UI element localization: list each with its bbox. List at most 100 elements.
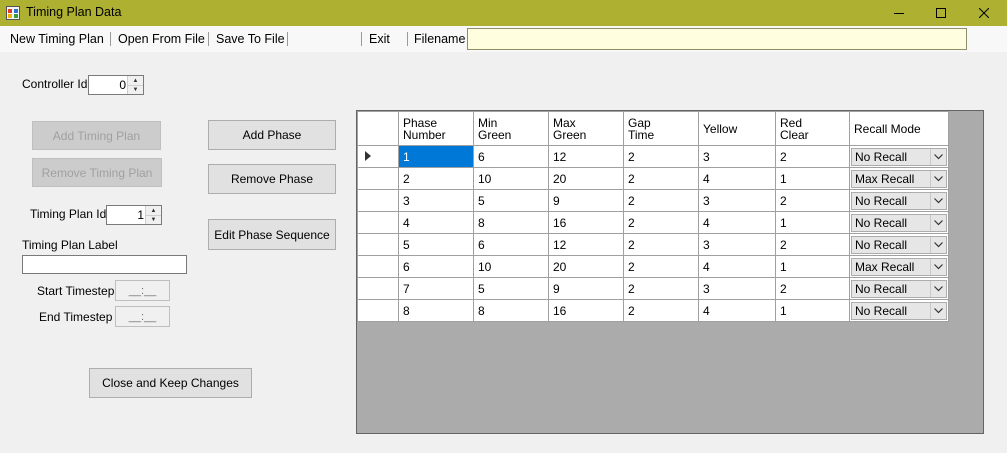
- controller-id-spinner[interactable]: 0 ▲ ▼: [88, 75, 144, 95]
- grid-cell[interactable]: 8: [473, 211, 549, 234]
- grid-cell[interactable]: 10: [473, 167, 549, 190]
- grid-cell[interactable]: 1: [398, 145, 474, 168]
- app-icon[interactable]: [6, 6, 20, 20]
- recall-mode-cell[interactable]: Max Recall: [849, 167, 949, 190]
- close-button[interactable]: [961, 0, 1007, 26]
- recall-mode-select[interactable]: No Recall: [851, 235, 947, 254]
- grid-cell[interactable]: 20: [548, 255, 624, 278]
- timing-plan-id-spinner[interactable]: 1 ▲ ▼: [106, 205, 162, 225]
- grid-cell[interactable]: 6: [473, 233, 549, 256]
- table-row[interactable]: 6 10 20 2 4 1 Max Recall: [357, 255, 949, 278]
- table-row[interactable]: 1 6 12 2 3 2 No Recall: [357, 145, 949, 168]
- column-header[interactable]: Gap Time: [623, 111, 699, 146]
- grid-cell[interactable]: 20: [548, 167, 624, 190]
- recall-mode-select[interactable]: Max Recall: [851, 169, 947, 188]
- grid-cell[interactable]: 8: [398, 299, 474, 322]
- column-header[interactable]: Max Green: [548, 111, 624, 146]
- chevron-down-icon[interactable]: [930, 192, 946, 209]
- maximize-button[interactable]: [918, 0, 964, 26]
- column-header[interactable]: Phase Number: [398, 111, 474, 146]
- table-row[interactable]: 7 5 9 2 3 2 No Recall: [357, 277, 949, 300]
- grid-cell[interactable]: 6: [473, 145, 549, 168]
- recall-mode-cell[interactable]: Max Recall: [849, 255, 949, 278]
- grid-cell[interactable]: 12: [548, 145, 624, 168]
- grid-cell[interactable]: 2: [775, 145, 850, 168]
- grid-cell[interactable]: 3: [698, 145, 776, 168]
- grid-cell[interactable]: 2: [623, 211, 699, 234]
- chevron-down-icon[interactable]: [930, 170, 946, 187]
- grid-cell[interactable]: 3: [698, 189, 776, 212]
- chevron-down-icon[interactable]: [930, 258, 946, 275]
- row-header-cell[interactable]: [357, 255, 399, 278]
- spin-down-icon[interactable]: ▼: [128, 85, 143, 94]
- grid-cell[interactable]: 2: [623, 189, 699, 212]
- grid-cell[interactable]: 2: [623, 255, 699, 278]
- grid-cell[interactable]: 2: [623, 145, 699, 168]
- grid-cell[interactable]: 8: [473, 299, 549, 322]
- edit-phase-sequence-button[interactable]: Edit Phase Sequence: [208, 219, 336, 250]
- remove-phase-button[interactable]: Remove Phase: [208, 164, 336, 194]
- grid-cell[interactable]: 2: [623, 167, 699, 190]
- grid-cell[interactable]: 2: [775, 189, 850, 212]
- filename-input[interactable]: [467, 28, 967, 50]
- grid-cell[interactable]: 12: [548, 233, 624, 256]
- column-header[interactable]: Yellow: [698, 111, 776, 146]
- grid-cell[interactable]: 6: [398, 255, 474, 278]
- minimize-button[interactable]: [876, 0, 922, 26]
- column-header[interactable]: Recall Mode: [849, 111, 949, 146]
- grid-cell[interactable]: 16: [548, 211, 624, 234]
- grid-cell[interactable]: 1: [775, 211, 850, 234]
- table-row[interactable]: 5 6 12 2 3 2 No Recall: [357, 233, 949, 256]
- grid-cell[interactable]: 4: [398, 211, 474, 234]
- end-timestep-input[interactable]: __:__: [115, 306, 170, 327]
- close-keep-changes-button[interactable]: Close and Keep Changes: [89, 368, 252, 398]
- grid-cell[interactable]: 5: [398, 233, 474, 256]
- row-header-cell[interactable]: [357, 145, 399, 168]
- grid-cell[interactable]: 7: [398, 277, 474, 300]
- grid-cell[interactable]: 2: [623, 299, 699, 322]
- grid-cell[interactable]: 4: [698, 299, 776, 322]
- grid-cell[interactable]: 4: [698, 167, 776, 190]
- recall-mode-select[interactable]: No Recall: [851, 213, 947, 232]
- grid-cell[interactable]: 9: [548, 277, 624, 300]
- recall-mode-cell[interactable]: No Recall: [849, 145, 949, 168]
- grid-cell[interactable]: 3: [698, 277, 776, 300]
- grid-cell[interactable]: 2: [623, 233, 699, 256]
- grid-cell[interactable]: 1: [775, 167, 850, 190]
- grid-cell[interactable]: 1: [775, 299, 850, 322]
- column-header[interactable]: Min Green: [473, 111, 549, 146]
- table-row[interactable]: 8 8 16 2 4 1 No Recall: [357, 299, 949, 322]
- recall-mode-cell[interactable]: No Recall: [849, 189, 949, 212]
- grid-cell[interactable]: 4: [698, 255, 776, 278]
- exit-menu[interactable]: Exit: [369, 32, 390, 46]
- row-header-cell[interactable]: [357, 189, 399, 212]
- grid-cell[interactable]: 4: [698, 211, 776, 234]
- row-header-cell[interactable]: [357, 277, 399, 300]
- timing-plan-label-input[interactable]: [22, 255, 187, 274]
- start-timestep-input[interactable]: __:__: [115, 280, 170, 301]
- grid-cell[interactable]: 16: [548, 299, 624, 322]
- open-from-file-menu[interactable]: Open From File: [118, 32, 205, 46]
- row-header-cell[interactable]: [357, 299, 399, 322]
- recall-mode-cell[interactable]: No Recall: [849, 233, 949, 256]
- save-to-file-menu[interactable]: Save To File: [216, 32, 285, 46]
- chevron-down-icon[interactable]: [930, 302, 946, 319]
- add-phase-button[interactable]: Add Phase: [208, 120, 336, 150]
- recall-mode-cell[interactable]: No Recall: [849, 299, 949, 322]
- remove-timing-plan-button[interactable]: Remove Timing Plan: [32, 158, 162, 187]
- table-row[interactable]: 3 5 9 2 3 2 No Recall: [357, 189, 949, 212]
- chevron-down-icon[interactable]: [930, 280, 946, 297]
- grid-cell[interactable]: 2: [775, 233, 850, 256]
- row-header-cell[interactable]: [357, 233, 399, 256]
- row-header-cell[interactable]: [357, 167, 399, 190]
- recall-mode-select[interactable]: No Recall: [851, 279, 947, 298]
- recall-mode-select[interactable]: Max Recall: [851, 257, 947, 276]
- recall-mode-select[interactable]: No Recall: [851, 191, 947, 210]
- grid-cell[interactable]: 5: [473, 277, 549, 300]
- table-row[interactable]: 4 8 16 2 4 1 No Recall: [357, 211, 949, 234]
- table-row[interactable]: 2 10 20 2 4 1 Max Recall: [357, 167, 949, 190]
- recall-mode-select[interactable]: No Recall: [851, 301, 947, 320]
- grid-cell[interactable]: 2: [775, 277, 850, 300]
- phase-data-grid[interactable]: Phase Number Min Green Max Green Gap Time Ye…: [356, 110, 984, 434]
- grid-cell[interactable]: 9: [548, 189, 624, 212]
